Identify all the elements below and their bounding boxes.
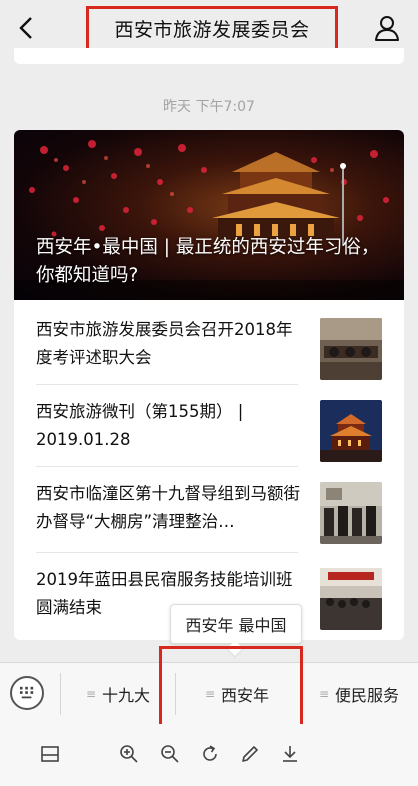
menu-highlight-box <box>159 646 303 728</box>
zoom-out-icon[interactable] <box>158 742 182 766</box>
cover-image[interactable]: 西安年•最中国 | 最正统的西安过年习俗，你都知道吗? <box>14 130 404 300</box>
rotate-icon[interactable] <box>198 742 222 766</box>
article-item-title[interactable]: 西安市旅游发展委员会召开2018年度考评述职大会 <box>36 316 304 372</box>
divider <box>36 552 298 553</box>
menu-list-icon: ≡ <box>85 687 97 701</box>
menu-item-nineteenth-congress[interactable]: ≡ 十九大 <box>62 663 174 725</box>
zoom-in-icon[interactable] <box>117 742 141 766</box>
page-title: 西安市旅游发展委员会 <box>114 19 310 41</box>
previous-card-edge <box>14 48 404 64</box>
cover-article-title[interactable]: 西安年•最中国 | 最正统的西安过年习俗，你都知道吗? <box>36 234 394 290</box>
pencil-icon[interactable] <box>238 742 262 766</box>
article-card[interactable]: 西安年•最中国 | 最正统的西安过年习俗，你都知道吗? 西安市旅游发展委员会召开… <box>14 130 404 640</box>
window-icon[interactable] <box>38 742 62 766</box>
message-timestamp: 昨天 下午7:07 <box>163 99 255 115</box>
submenu-popup[interactable]: 西安年 最中国 <box>170 604 302 644</box>
wechat-official-account-page: 西安市旅游发展委员会 昨天 下午7:07 西安年•最中国 | 最正统的西安过年习… <box>0 0 418 786</box>
menu-separator <box>60 673 61 715</box>
menu-item-public-services[interactable]: ≡ 便民服务 <box>302 663 416 725</box>
person-icon[interactable] <box>374 14 400 42</box>
meeting-thumbnail-image <box>320 318 382 380</box>
training-thumbnail-image <box>320 568 382 630</box>
keyboard-icon[interactable] <box>10 676 44 710</box>
inspection-thumbnail-image <box>320 482 382 544</box>
download-icon[interactable] <box>278 742 302 766</box>
article-item-title[interactable]: 西安旅游微刊（第155期） | 2019.01.28 <box>36 398 304 454</box>
article-item[interactable]: 西安市旅游发展委员会召开2018年度考评述职大会 <box>36 316 382 400</box>
bell-tower-thumbnail-image <box>320 400 382 462</box>
divider <box>36 384 298 385</box>
menu-item-label: 十九大 <box>102 686 151 705</box>
submenu-item-label[interactable]: 西安年 最中国 <box>185 612 286 636</box>
title-highlight-box: 西安市旅游发展委员会 <box>86 6 338 51</box>
divider <box>36 466 298 467</box>
viewer-toolbar <box>0 724 418 786</box>
menu-list-icon: ≡ <box>318 687 330 701</box>
menu-item-label: 便民服务 <box>335 686 400 705</box>
back-chevron-icon[interactable] <box>14 14 38 42</box>
article-item-title[interactable]: 西安市临潼区第十九督导组到马额街办督导“大棚房”清理整治… <box>36 480 304 536</box>
article-item[interactable]: 西安旅游微刊（第155期） | 2019.01.28 <box>36 398 382 482</box>
